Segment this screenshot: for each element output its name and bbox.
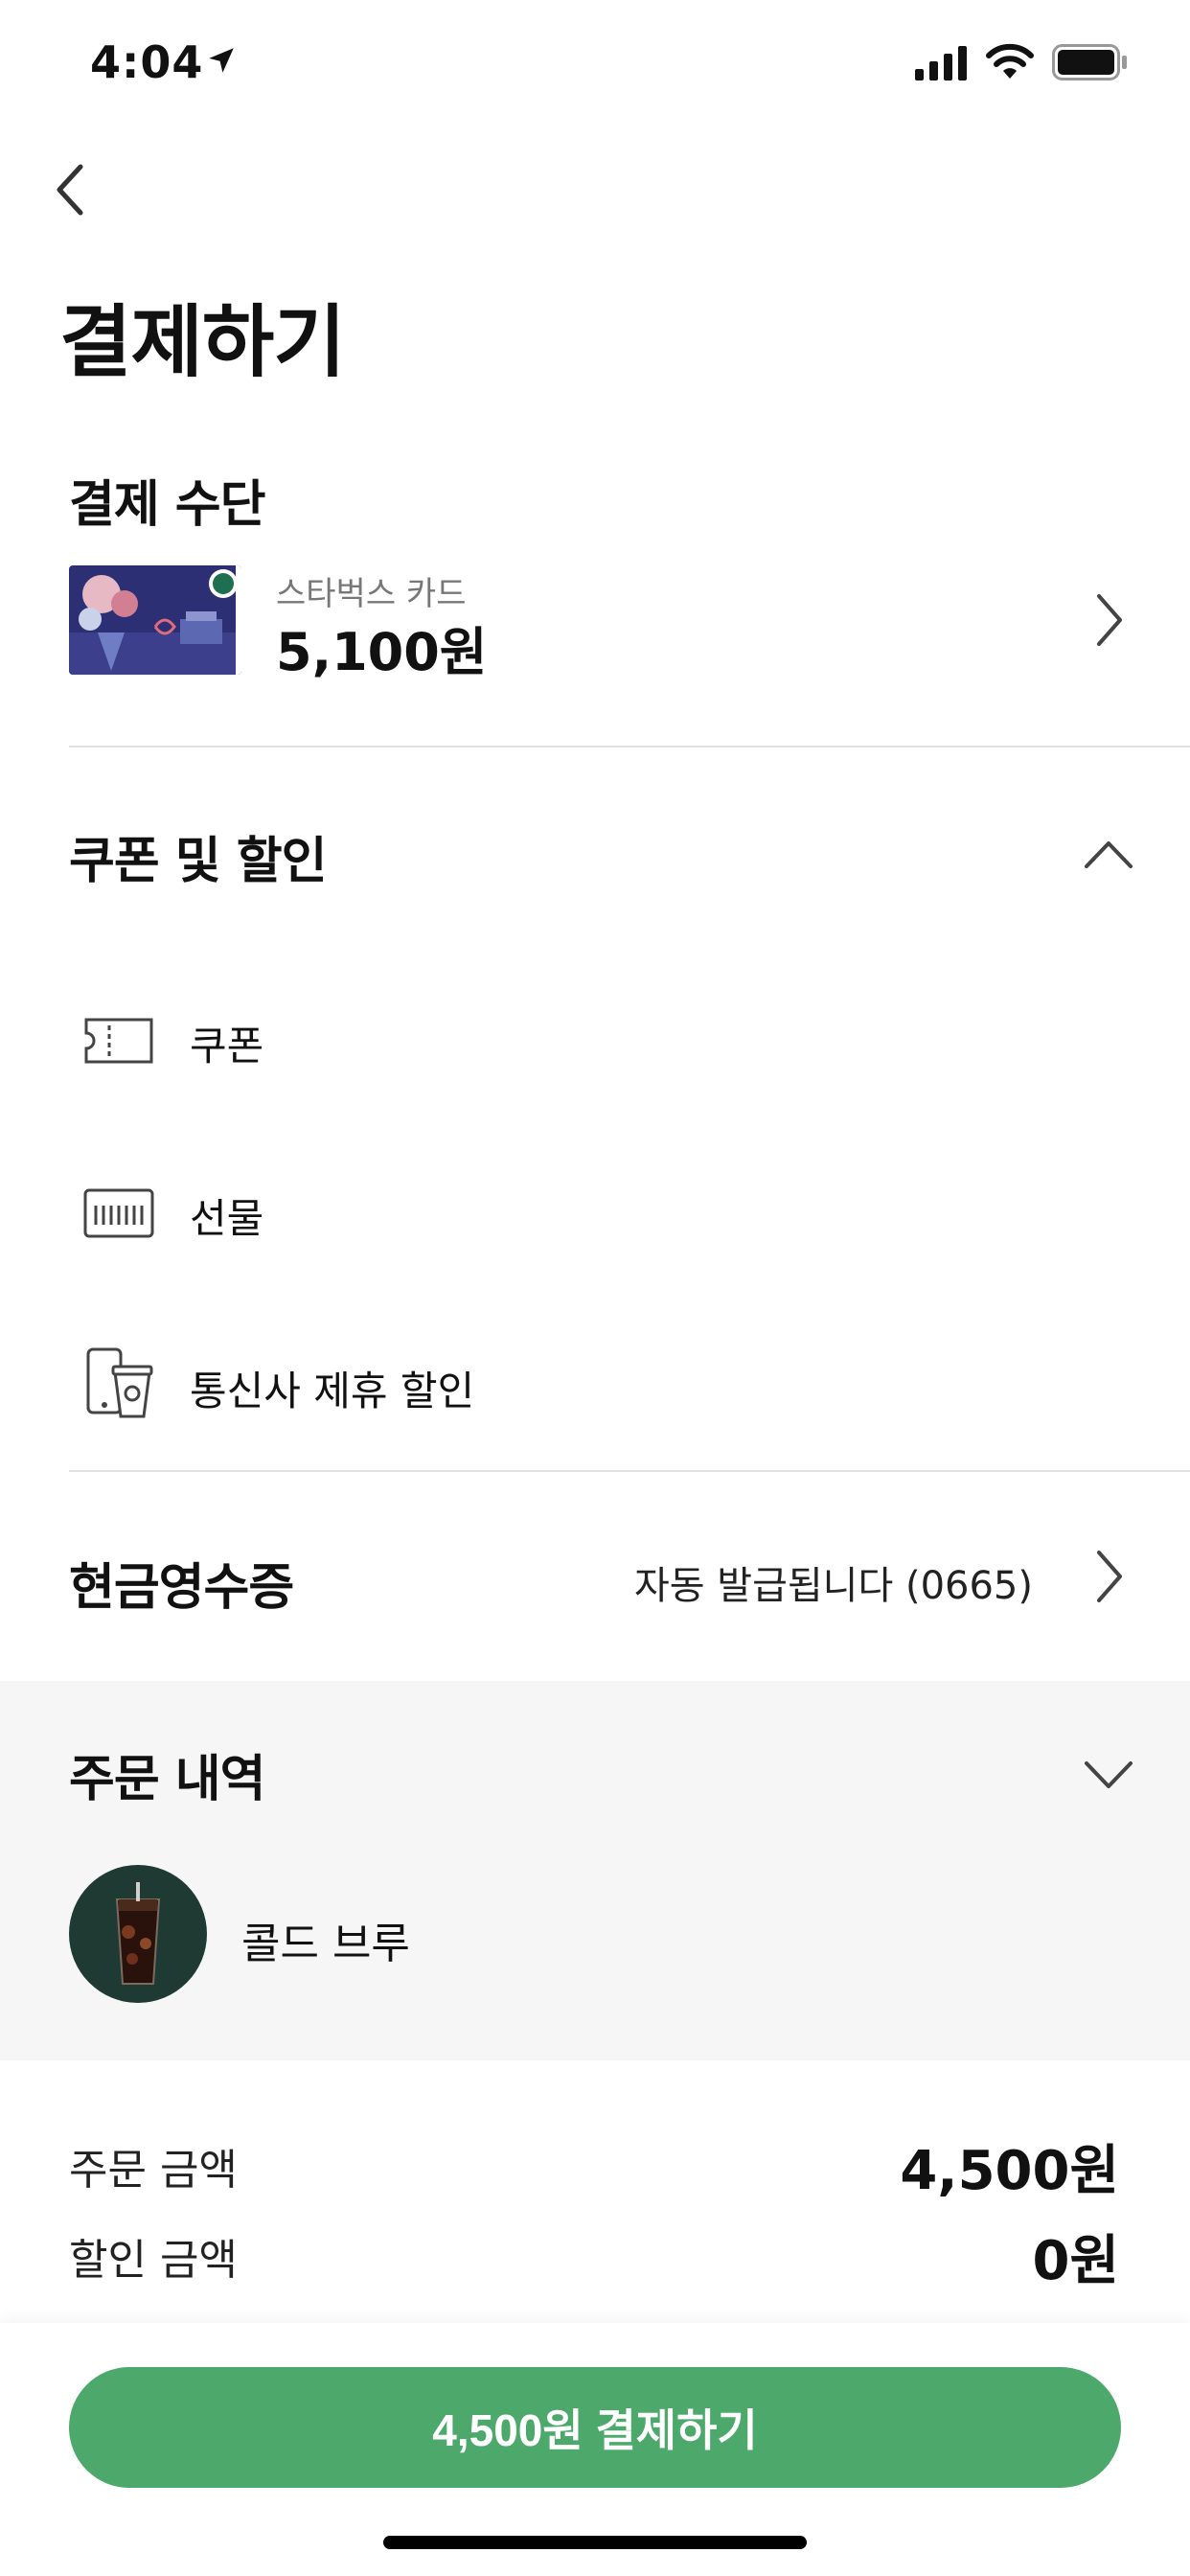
- order-item-name: 콜드 브루: [241, 1920, 410, 1968]
- status-bar: 4:04: [0, 0, 1190, 126]
- cash-receipt-chevron-right-icon[interactable]: [1094, 1549, 1125, 1604]
- order-details-title: 주문 내역: [69, 1751, 265, 1808]
- divider: [69, 746, 1190, 748]
- card-balance: 5,100원: [276, 622, 488, 682]
- home-indicator: [383, 2536, 807, 2549]
- page-title: 결제하기: [59, 297, 346, 388]
- card-type-label: 스타벅스 카드: [276, 575, 467, 613]
- chevron-up-icon[interactable]: [1083, 838, 1134, 870]
- back-button[interactable]: [48, 161, 90, 218]
- discount-item-label: 통신사 제휴 할인: [190, 1368, 475, 1414]
- discount-amount-label: 할인 금액: [69, 2236, 238, 2285]
- phone-cup-icon: [86, 1347, 153, 1418]
- divider: [69, 1470, 1190, 1472]
- status-time: 4:04: [90, 36, 204, 88]
- order-amount-value: 4,500원: [900, 2140, 1119, 2202]
- cash-receipt-value[interactable]: 자동 발급됩니다 (0665): [634, 1554, 1033, 1610]
- discount-item-coupon[interactable]: 쿠폰: [69, 983, 1123, 1098]
- ticket-icon: [84, 1018, 153, 1064]
- discount-item-label: 쿠폰: [190, 1023, 264, 1070]
- discount-item-telecom[interactable]: 통신사 제휴 할인: [69, 1328, 1123, 1443]
- chevron-down-icon[interactable]: [1083, 1758, 1134, 1790]
- order-item-image: [69, 1865, 207, 2003]
- starbucks-card-image[interactable]: [69, 565, 241, 675]
- payment-method-chevron-right-icon[interactable]: [1094, 592, 1125, 648]
- battery-icon: [1052, 44, 1127, 80]
- wifi-icon: [986, 43, 1034, 79]
- cellular-signal-icon: [915, 46, 967, 80]
- discount-amount-value: 0원: [1032, 2230, 1120, 2292]
- discount-item-gift[interactable]: 선물: [69, 1156, 1123, 1271]
- cash-receipt-title[interactable]: 현금영수증: [69, 1547, 294, 1619]
- order-amount-label: 주문 금액: [69, 2146, 238, 2195]
- pay-button[interactable]: 4,500원 결제하기: [69, 2367, 1121, 2488]
- coupon-discount-title: 쿠폰 및 할인: [69, 833, 327, 890]
- payment-method-title: 결제 수단: [69, 476, 265, 534]
- location-arrow-icon: [209, 48, 234, 73]
- gift-card-icon: [83, 1188, 154, 1238]
- discount-item-label: 선물: [190, 1195, 264, 1242]
